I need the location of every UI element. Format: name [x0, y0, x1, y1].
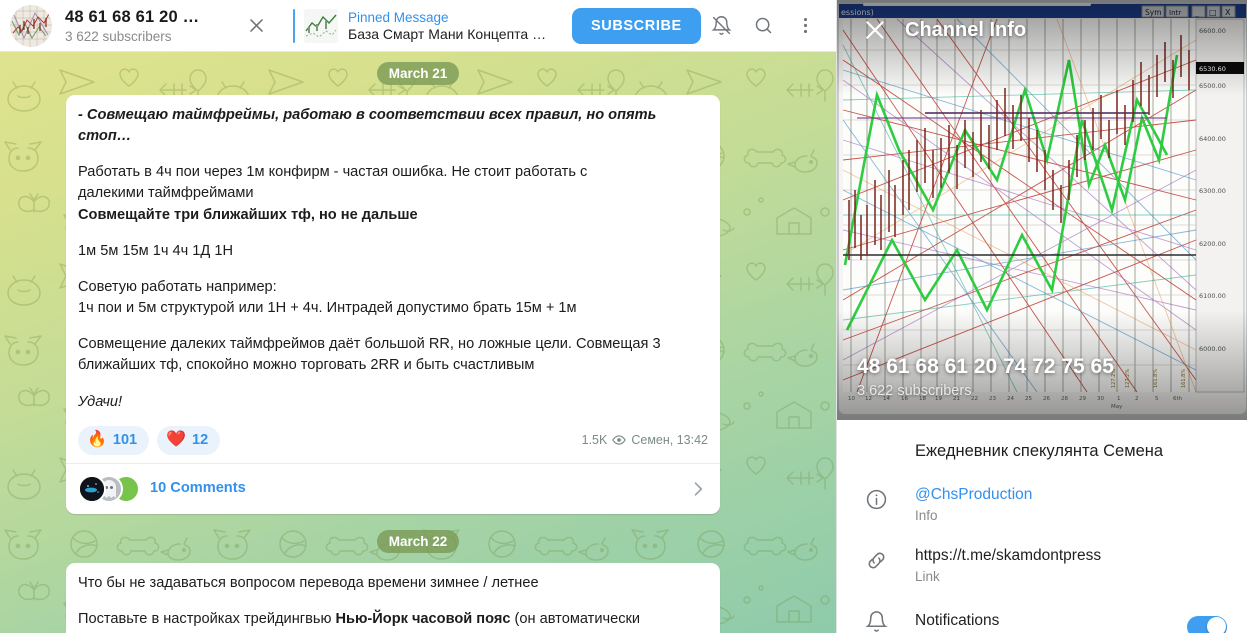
header-icon-group: [704, 9, 822, 43]
date-divider: March 22: [376, 529, 460, 553]
reaction-fire[interactable]: 🔥 101: [78, 425, 150, 455]
message-closing-line: Удачи!: [78, 393, 123, 410]
panel-top-bar: Channel Info: [837, 8, 1247, 52]
info-caption: Info: [915, 507, 938, 523]
subscribe-button[interactable]: SUBSCRIBE: [572, 7, 701, 44]
date-divider-row: March 22: [0, 529, 836, 553]
comments-label: 10 Comments: [150, 480, 246, 497]
info-text-block: https://t.me/skamdontpress Link: [915, 541, 1227, 584]
bell-muted-icon[interactable]: [704, 9, 738, 43]
commenter-avatars: [78, 474, 140, 503]
message-paragraph-line: Совмещение далеких таймфреймов даёт боль…: [78, 336, 661, 353]
channel-info-body: Ежедневник спекулянта Семена @ChsProduct…: [837, 420, 1247, 633]
message-list[interactable]: March 21 - Совмещаю таймфреймы, работаю …: [0, 52, 836, 633]
message-text: Что бы не задаваться вопросом перевода в…: [78, 573, 708, 633]
message-paragraph-line: Поставьте в настройках трейдингвью Нью-Й…: [78, 609, 708, 630]
channel-avatar-image: [10, 4, 52, 47]
reaction-count: 12: [192, 431, 209, 448]
date-divider: March 21: [376, 62, 460, 85]
channel-username[interactable]: @ChsProduction: [915, 485, 1227, 506]
close-icon[interactable]: [239, 9, 273, 43]
text-bold: Нью-Йорк часовой пояс: [335, 610, 511, 627]
link-icon: [837, 541, 915, 572]
eye-icon: [612, 433, 627, 447]
message-paragraph-line: Советую работать например:: [78, 278, 277, 295]
info-row-link[interactable]: https://t.me/skamdontpress Link: [837, 532, 1247, 593]
info-caption: Link: [915, 568, 940, 584]
channel-title-block: 48 61 68 61 20 … 3 622 subscribers: [65, 8, 225, 44]
reactions-row: 🔥 101 ❤️ 12 1.5K Семен, 13:42: [78, 425, 708, 463]
info-circle-icon: [837, 480, 915, 511]
bell-icon: [837, 610, 915, 633]
pinned-message-label: Pinned Message: [348, 9, 449, 25]
info-text-block: @ChsProduction Info: [915, 480, 1227, 523]
channel-avatar[interactable]: [10, 4, 52, 47]
channel-hero-subscribers: 3 622 subscribers: [857, 383, 972, 399]
message-paragraph-line: 1ч пои и 5м структурой или 1Н + 4ч. Интр…: [78, 300, 577, 317]
toggle-knob: [1206, 617, 1226, 633]
night-avatar-icon: [80, 476, 104, 501]
info-row-username[interactable]: @ChsProduction Info: [837, 471, 1247, 532]
svg-text:6400.00: 6400.00: [1199, 135, 1226, 143]
message-paragraph-line: Работать в 4ч пои через 1м конфирм - час…: [78, 164, 588, 181]
message-paragraph-line: ближайших тф, спокойно можно торговать 2…: [78, 357, 535, 374]
chat-header: 48 61 68 61 20 … 3 622 subscribers Pinne…: [0, 0, 836, 52]
message-paragraph-line: далекими таймфреймами: [78, 185, 254, 202]
panel-title: Channel Info: [905, 18, 1027, 41]
message-author-time: Семен, 13:42: [631, 433, 708, 448]
text-plain: Поставьте в настройках трейдингвью: [78, 610, 336, 627]
message-bubble[interactable]: - Совмещаю таймфреймы, работаю в соответ…: [66, 95, 720, 514]
telegram-window: 48 61 68 61 20 … 3 622 subscribers Pinne…: [0, 0, 1247, 633]
pinned-thumbnail-image: [304, 8, 338, 43]
chat-column: 48 61 68 61 20 … 3 622 subscribers Pinne…: [0, 0, 836, 633]
message-text: - Совмещаю таймфреймы, работаю в соответ…: [78, 105, 708, 415]
svg-text:6100.00: 6100.00: [1199, 292, 1226, 300]
message-meta: 1.5K Семен, 13:42: [582, 431, 708, 449]
notifications-label: Notifications: [915, 612, 1000, 630]
reaction-count: 101: [112, 431, 138, 448]
comments-row[interactable]: 10 Comments: [66, 462, 720, 514]
fire-icon: 🔥: [87, 431, 107, 449]
view-count: 1.5K: [581, 433, 608, 448]
message-bubble[interactable]: Что бы не задаваться вопросом перевода в…: [66, 562, 720, 633]
info-text-block: Notifications: [915, 611, 1187, 632]
chevron-right-icon: [688, 479, 708, 499]
search-icon[interactable]: [746, 9, 780, 43]
message-timeframes-line: 1м 5м 15м 1ч 4ч 1Д 1Н: [78, 242, 233, 259]
close-icon[interactable]: [853, 8, 897, 52]
pinned-accent-bar: [293, 8, 295, 43]
text-plain: (он автоматически: [510, 610, 641, 627]
message-quote-line: - Совмещаю таймфреймы, работаю в соответ…: [78, 107, 661, 145]
pinned-message-snippet: База Смарт Мани Концепта …: [348, 25, 547, 42]
channel-subscribers: 3 622 subscribers: [65, 28, 172, 44]
channel-hero-name: 48 61 68 61 20 74 72 75 65: [857, 355, 1114, 378]
pinned-message-thumbnail[interactable]: [304, 8, 338, 43]
notifications-toggle[interactable]: [1187, 615, 1227, 633]
info-row-notifications[interactable]: Notifications: [837, 593, 1247, 633]
avatar: [78, 474, 106, 503]
pinned-message-block[interactable]: Pinned Message База Смарт Мани Концепта …: [348, 10, 558, 42]
message-bold-line: Совмещайте три ближайших тф, но не дальш…: [78, 206, 418, 223]
more-vertical-icon[interactable]: [788, 9, 822, 43]
reaction-heart[interactable]: ❤️ 12: [157, 425, 221, 455]
heart-icon: ❤️: [166, 431, 187, 449]
channel-description: Ежедневник спекулянта Семена: [915, 442, 1164, 460]
svg-text:6300.00: 6300.00: [1199, 187, 1226, 195]
channel-info-panel: essions) Sym Intr _ □ X: [836, 0, 1247, 633]
channel-title: 48 61 68 61 20 …: [65, 7, 200, 26]
svg-text:6200.00: 6200.00: [1199, 240, 1226, 248]
channel-hero[interactable]: essions) Sym Intr _ □ X: [837, 0, 1247, 420]
date-divider-row: March 21: [0, 62, 836, 85]
message-paragraph-line: Что бы не задаваться вопросом перевода в…: [78, 574, 539, 591]
channel-link[interactable]: https://t.me/skamdontpress: [915, 546, 1227, 567]
